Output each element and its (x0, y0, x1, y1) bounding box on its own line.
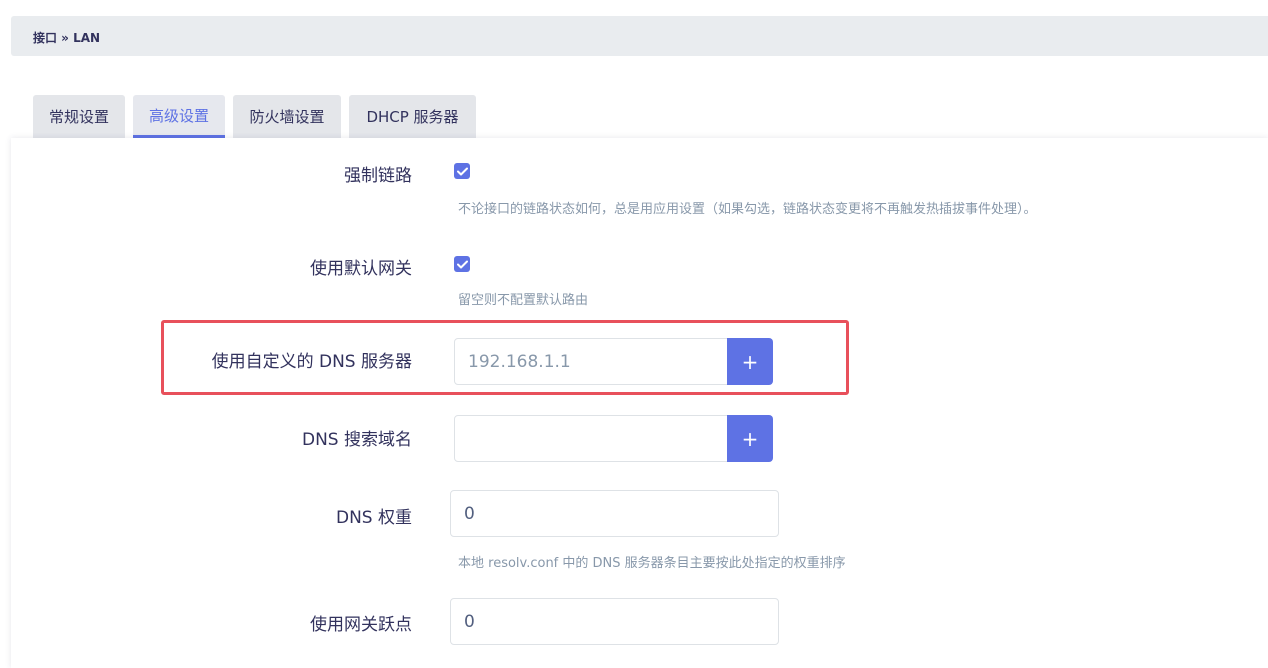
custom-dns-add-button[interactable]: + (727, 338, 773, 385)
default-gateway-checkbox[interactable] (454, 256, 470, 272)
force-link-help: 不论接口的链路状态如何，总是用应用设置（如果勾选，链路状态变更将不再触发热插拔事… (458, 202, 1037, 217)
breadcrumb: 接口 » LAN (33, 31, 101, 45)
force-link-label: 强制链路 (344, 166, 412, 186)
gateway-metric-label: 使用网关跃点 (310, 615, 412, 635)
dns-weight-input[interactable]: 0 (450, 490, 779, 537)
check-icon (456, 167, 468, 175)
dns-search-add-button[interactable]: + (727, 415, 773, 462)
check-icon (456, 260, 468, 268)
dns-search-label: DNS 搜索域名 (301, 430, 412, 450)
tab-general-settings[interactable]: 常规设置 (33, 95, 125, 138)
gateway-metric-input[interactable]: 0 (450, 598, 779, 645)
breadcrumb-bar: 接口 » LAN (11, 16, 1268, 56)
tab-advanced-settings[interactable]: 高级设置 (133, 95, 225, 138)
dns-weight-label: DNS 权重 (335, 508, 412, 528)
default-gateway-label: 使用默认网关 (310, 259, 412, 279)
settings-panel (11, 138, 1268, 668)
custom-dns-label: 使用自定义的 DNS 服务器 (211, 352, 412, 372)
custom-dns-input[interactable]: 192.168.1.1 (454, 338, 728, 385)
force-link-checkbox[interactable] (454, 163, 470, 179)
dns-search-input[interactable] (454, 415, 728, 462)
default-gateway-help: 留空则不配置默认路由 (458, 293, 589, 308)
dns-weight-help: 本地 resolv.conf 中的 DNS 服务器条目主要按此处指定的权重排序 (458, 556, 846, 571)
tab-firewall-settings[interactable]: 防火墙设置 (233, 95, 341, 138)
tab-dhcp-server[interactable]: DHCP 服务器 (349, 95, 476, 138)
